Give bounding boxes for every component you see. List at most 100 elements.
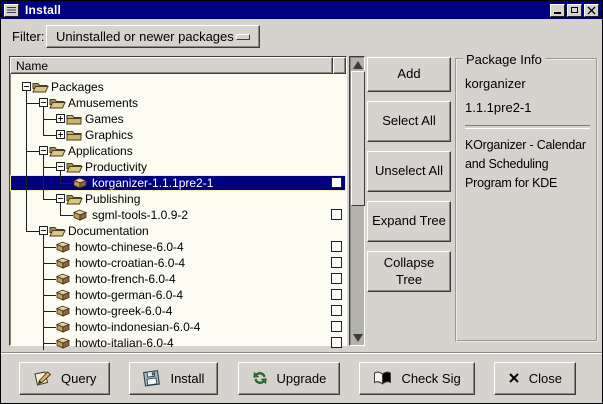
tree-row[interactable]: howto-indonesian-6.0-4: [10, 319, 346, 335]
install-checkbox[interactable]: [331, 305, 342, 316]
select-all-button[interactable]: Select All: [367, 101, 451, 142]
folder-closed-icon: [66, 129, 82, 141]
install-checkbox[interactable]: [331, 241, 342, 252]
tree-expander-minus[interactable]: [56, 162, 65, 171]
install-checkbox[interactable]: [331, 289, 342, 300]
package-icon: [56, 305, 70, 317]
tree-line: [26, 175, 27, 191]
tree-line: [43, 175, 44, 191]
window-menu-icon[interactable]: [4, 4, 19, 17]
collapse-tree-button[interactable]: Collapse Tree: [367, 251, 451, 292]
tree-row[interactable]: korganizer-1.1.1pre2-1: [10, 175, 346, 191]
tree-item-label: Packages: [51, 80, 104, 94]
expand-tree-button[interactable]: Expand Tree: [367, 201, 451, 242]
column-header-checkbox[interactable]: [333, 57, 346, 74]
tree-expander-minus[interactable]: [39, 226, 48, 235]
side-button-column: Add Select All Unselect All Expand Tree …: [367, 57, 451, 301]
tree-row[interactable]: Graphics: [10, 127, 346, 143]
tree-row[interactable]: howto-croatian-6.0-4: [10, 255, 346, 271]
add-button[interactable]: Add: [367, 57, 451, 92]
tree-row[interactable]: Productivity: [10, 159, 346, 175]
install-button[interactable]: Install: [129, 362, 218, 395]
tree-line: [43, 167, 56, 168]
arrow-up-icon: [353, 61, 363, 69]
tree-item-label: Applications: [68, 144, 133, 158]
tree-line: [43, 263, 56, 264]
tree-row[interactable]: Documentation: [10, 223, 346, 239]
tree-item-label: Publishing: [85, 192, 140, 206]
tree-line: [60, 183, 73, 184]
tree-item-label: howto-italian-6.0-4: [75, 336, 174, 350]
tree-item-label: howto-german-6.0-4: [75, 288, 183, 302]
tree-expander-plus[interactable]: [56, 114, 65, 123]
install-checkbox[interactable]: [331, 321, 342, 332]
query-button-label: Query: [61, 371, 96, 386]
package-icon: [73, 177, 87, 189]
separator: [465, 125, 590, 129]
tree-line: [26, 223, 27, 231]
tree-line: [43, 119, 56, 120]
package-icon: [56, 273, 70, 285]
tree-line: [60, 175, 61, 183]
filter-dropdown[interactable]: Uninstalled or newer packages: [46, 25, 260, 48]
install-checkbox[interactable]: [331, 257, 342, 268]
tree-line: [60, 215, 73, 216]
tree-item-label: howto-greek-6.0-4: [75, 304, 172, 318]
tree-line: [43, 279, 56, 280]
package-name: korganizer: [465, 76, 590, 91]
tree-expander-plus[interactable]: [56, 130, 65, 139]
query-button[interactable]: Query: [19, 362, 110, 395]
folder-open-icon: [49, 225, 66, 237]
tree-row[interactable]: howto-italian-6.0-4: [10, 335, 346, 350]
scrollbar-thumb[interactable]: [351, 71, 365, 206]
tree-item-label: Productivity: [85, 160, 147, 174]
tree-row[interactable]: howto-german-6.0-4: [10, 287, 346, 303]
close-icon: [587, 6, 596, 15]
check-sig-button-label: Check Sig: [401, 371, 460, 386]
tree-line: [26, 207, 27, 223]
tree-row[interactable]: Applications: [10, 143, 346, 159]
maximize-icon: [571, 7, 578, 13]
upgrade-icon: [252, 370, 268, 386]
tree-row[interactable]: sgml-tools-1.0.9-2: [10, 207, 346, 223]
tree-expander-minus[interactable]: [39, 146, 48, 155]
upgrade-button[interactable]: Upgrade: [238, 362, 341, 395]
tree-item-label: howto-chinese-6.0-4: [75, 240, 184, 254]
window-controls: [548, 4, 599, 17]
tree-row[interactable]: Games: [10, 111, 346, 127]
tree-item-label: howto-indonesian-6.0-4: [75, 320, 200, 334]
tree-expander-minus[interactable]: [56, 194, 65, 203]
dropdown-indicator-icon: [236, 34, 250, 40]
tree-line: [43, 311, 56, 312]
tree-item-label: Amusements: [68, 96, 138, 110]
tree-row[interactable]: howto-greek-6.0-4: [10, 303, 346, 319]
tree-line: [43, 343, 56, 344]
tree-expander-minus[interactable]: [22, 82, 31, 91]
close-button[interactable]: Close: [494, 362, 576, 395]
close-window-button[interactable]: [584, 4, 599, 17]
tree-row[interactable]: Publishing: [10, 191, 346, 207]
check-sig-button[interactable]: Check Sig: [359, 362, 474, 395]
tree-scrollbar[interactable]: [349, 56, 365, 346]
install-checkbox[interactable]: [331, 337, 342, 348]
unselect-all-button[interactable]: Unselect All: [367, 151, 451, 192]
scroll-up-button[interactable]: [351, 58, 365, 71]
column-header-name[interactable]: Name: [10, 57, 333, 74]
package-icon: [56, 241, 70, 253]
folder-open-icon: [49, 97, 66, 109]
folder-closed-icon: [66, 113, 82, 125]
install-checkbox[interactable]: [331, 273, 342, 284]
install-checkbox[interactable]: [331, 209, 342, 220]
maximize-button[interactable]: [567, 4, 582, 17]
package-icon: [56, 337, 70, 349]
tree-row[interactable]: howto-french-6.0-4: [10, 271, 346, 287]
minimize-button[interactable]: [550, 4, 565, 17]
tree-row[interactable]: Amusements: [10, 95, 346, 111]
install-checkbox[interactable]: [331, 177, 342, 188]
tree-row[interactable]: Packages: [10, 79, 346, 95]
tree-expander-minus[interactable]: [39, 98, 48, 107]
tree-item-label: howto-french-6.0-4: [75, 272, 176, 286]
tree-item-label: korganizer-1.1.1pre2-1: [92, 176, 213, 190]
scroll-down-button[interactable]: [351, 331, 365, 344]
tree-row[interactable]: howto-chinese-6.0-4: [10, 239, 346, 255]
